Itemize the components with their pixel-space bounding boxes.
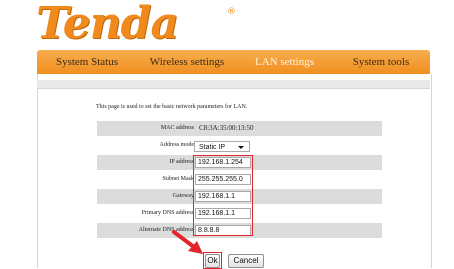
panel-header-band <box>37 80 430 89</box>
registered-mark: ® <box>227 7 236 17</box>
main-nav: System Status Wireless settings LAN sett… <box>37 50 430 80</box>
primary-dns-label: Primary DNS address <box>141 210 194 216</box>
tab-wireless-settings[interactable]: Wireless settings <box>137 50 237 74</box>
mac-address-row: MAC address C8:3A:35:00:13:50 <box>97 121 382 136</box>
tab-lan-settings[interactable]: LAN settings <box>237 50 332 74</box>
tab-system-tools[interactable]: System tools <box>332 50 430 74</box>
address-mode-value: Static IP <box>199 144 226 151</box>
router-admin-page: Tenda ® System Status Wireless settings … <box>0 0 454 269</box>
ok-button[interactable]: Ok <box>205 254 220 268</box>
tab-system-status[interactable]: System Status <box>37 50 137 74</box>
ip-address-label: IP address <box>169 159 194 165</box>
dropdown-arrow-icon <box>238 146 244 149</box>
logo-text: Tenda <box>36 0 179 49</box>
page-description: This page is used to set the basic netwo… <box>96 104 248 110</box>
mac-address-value: C8:3A:35:00:13:50 <box>199 124 254 132</box>
tenda-logo: Tenda <box>36 0 179 49</box>
fields-highlight-box <box>193 155 253 236</box>
cancel-button[interactable]: Cancel <box>228 254 264 268</box>
gateway-label: Gateway <box>172 193 194 199</box>
address-mode-label: Address mode <box>159 142 195 148</box>
subnet-mask-label: Subnet Mask <box>162 176 195 182</box>
mac-address-label: MAC address <box>160 125 194 131</box>
address-mode-select[interactable]: Static IP <box>194 141 250 152</box>
